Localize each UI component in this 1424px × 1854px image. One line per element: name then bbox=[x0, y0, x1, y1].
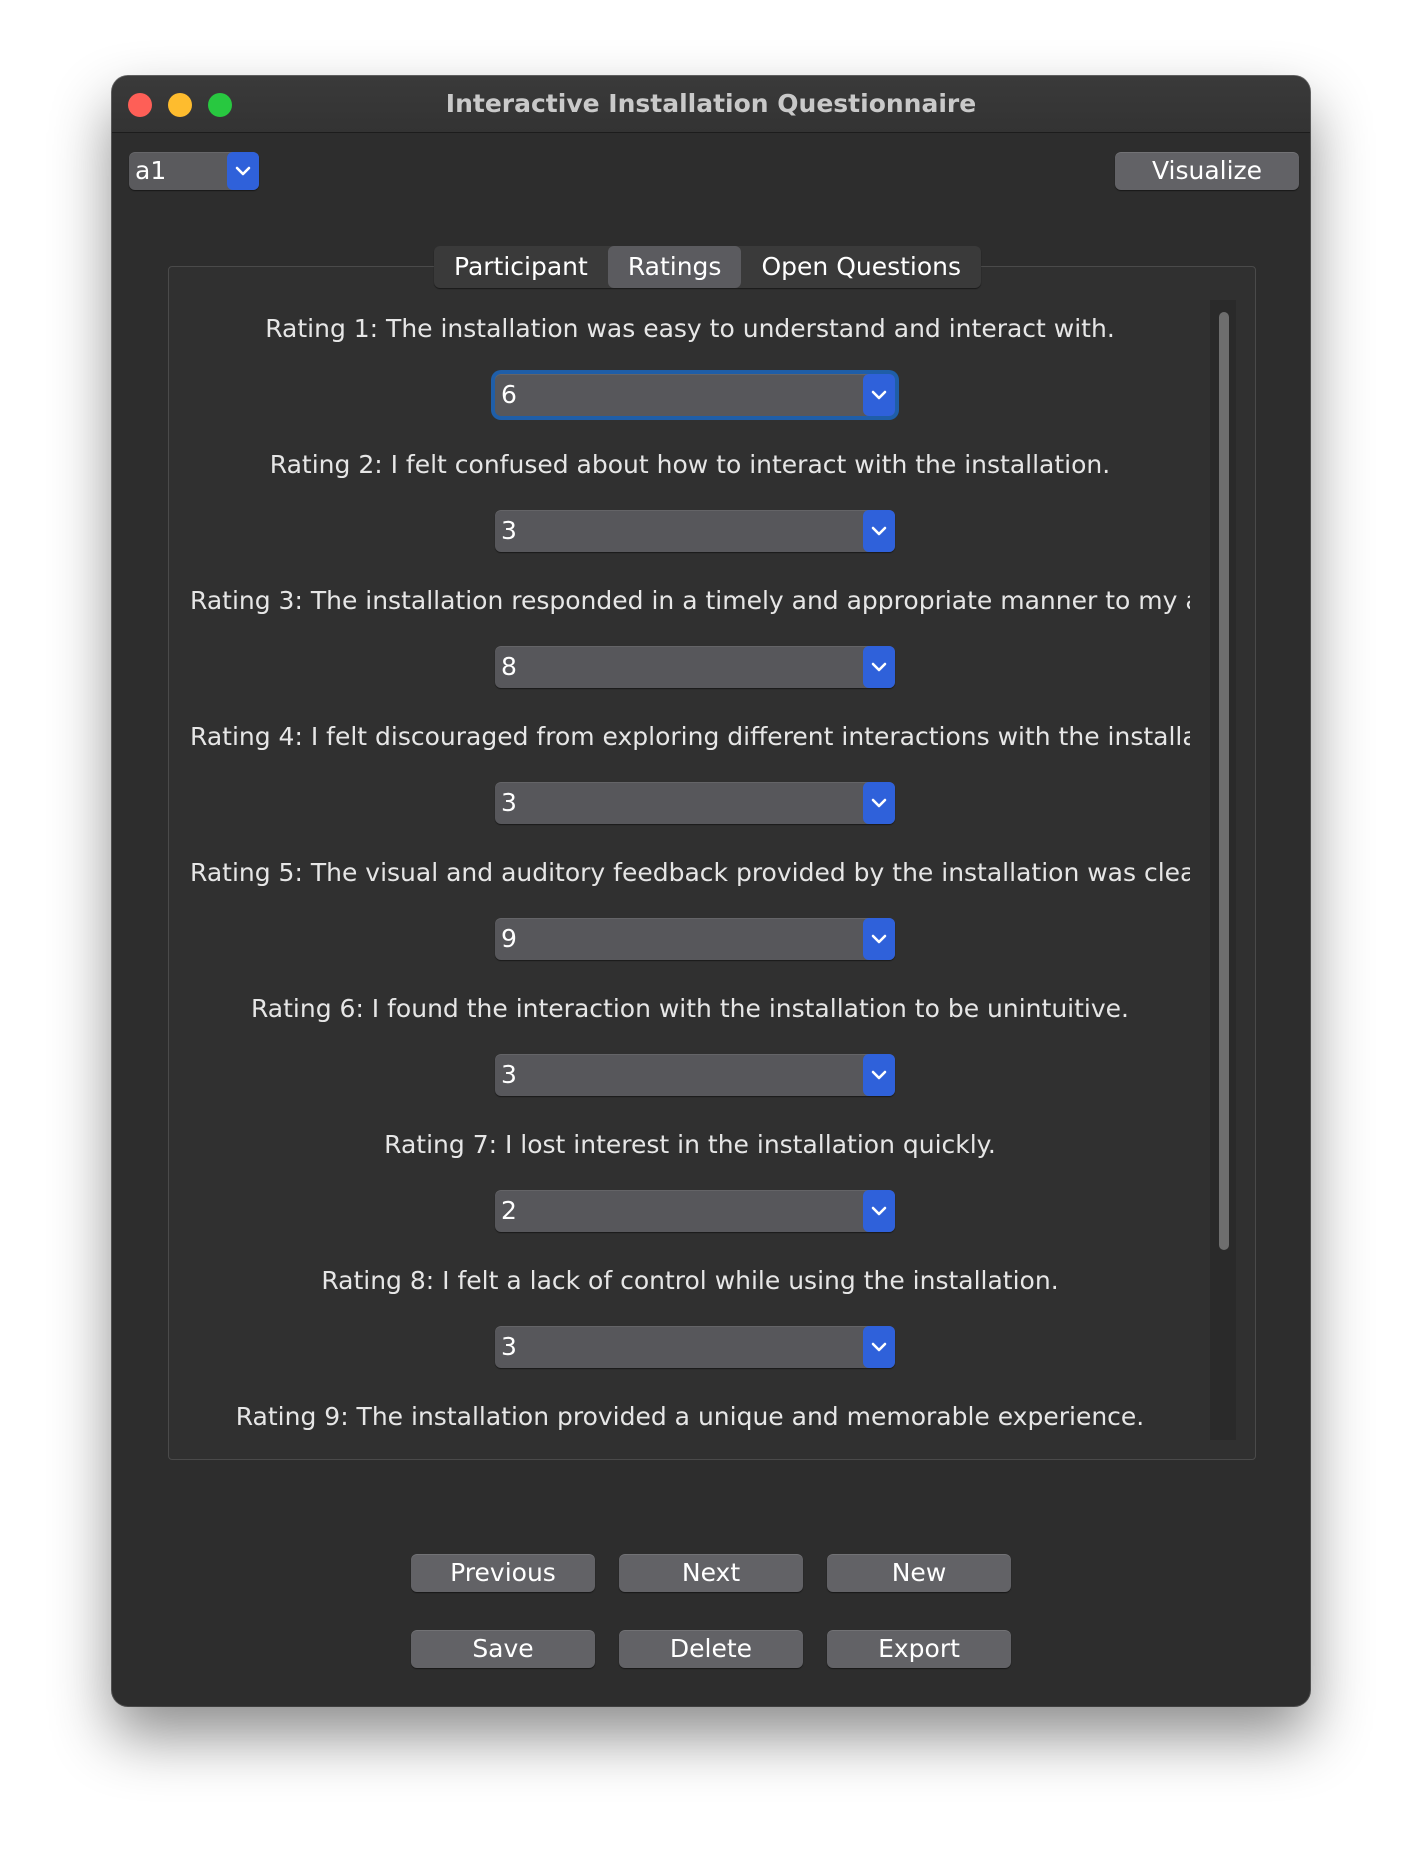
rating-9-label: Rating 9: The installation provided a un… bbox=[235, 1402, 1145, 1431]
rating-4-label: Rating 4: I felt discouraged from explor… bbox=[190, 722, 1190, 751]
rating-3-label: Rating 3: The installation responded in … bbox=[190, 586, 1190, 615]
chevron-down-icon bbox=[863, 646, 895, 688]
rating-5-label: Rating 5: The visual and auditory feedba… bbox=[190, 858, 1190, 887]
chevron-down-icon bbox=[863, 374, 895, 416]
participant-select-value: a1 bbox=[135, 156, 167, 185]
rating-6-value: 3 bbox=[501, 1060, 517, 1089]
rating-8-label: Rating 8: I felt a lack of control while… bbox=[321, 1266, 1059, 1295]
chevron-down-icon bbox=[863, 782, 895, 824]
export-button[interactable]: Export bbox=[827, 1630, 1011, 1668]
rating-2-label: Rating 2: I felt confused about how to i… bbox=[269, 450, 1111, 479]
ratings-scrollbar[interactable] bbox=[1210, 300, 1236, 1440]
rating-8-value: 3 bbox=[501, 1332, 517, 1361]
rating-7-value: 2 bbox=[501, 1196, 517, 1225]
rating-1-label: Rating 1: The installation was easy to u… bbox=[265, 314, 1115, 343]
window-title: Interactive Installation Questionnaire bbox=[445, 89, 977, 118]
chevron-down-icon bbox=[863, 1326, 895, 1368]
visualize-button[interactable]: Visualize bbox=[1115, 152, 1299, 190]
app-window: Interactive Installation Questionnaire a… bbox=[112, 76, 1310, 1706]
rating-1-select[interactable]: 6 bbox=[495, 374, 895, 416]
previous-button[interactable]: Previous bbox=[411, 1554, 595, 1592]
rating-6-select[interactable]: 3 bbox=[495, 1054, 895, 1096]
rating-8-select[interactable]: 3 bbox=[495, 1326, 895, 1368]
rating-7-select[interactable]: 2 bbox=[495, 1190, 895, 1232]
chevron-down-icon bbox=[227, 152, 259, 190]
rating-1-value: 6 bbox=[501, 380, 517, 409]
tab-bar: Participant Ratings Open Questions bbox=[434, 246, 982, 288]
rating-5-select[interactable]: 9 bbox=[495, 918, 895, 960]
rating-3-select[interactable]: 8 bbox=[495, 646, 895, 688]
rating-7-label: Rating 7: I lost interest in the install… bbox=[384, 1130, 996, 1159]
tab-ratings[interactable]: Ratings bbox=[607, 246, 742, 288]
rating-4-value: 3 bbox=[501, 788, 517, 817]
participant-select[interactable]: a1 bbox=[129, 152, 259, 190]
rating-5-value: 9 bbox=[501, 924, 517, 953]
next-button[interactable]: Next bbox=[619, 1554, 803, 1592]
save-button[interactable]: Save bbox=[411, 1630, 595, 1668]
tab-open-questions[interactable]: Open Questions bbox=[741, 246, 981, 288]
chevron-down-icon bbox=[863, 918, 895, 960]
new-button[interactable]: New bbox=[827, 1554, 1011, 1592]
rating-2-value: 3 bbox=[501, 516, 517, 545]
scrollbar-thumb[interactable] bbox=[1219, 312, 1229, 1250]
tab-participant[interactable]: Participant bbox=[434, 246, 608, 288]
rating-2-select[interactable]: 3 bbox=[495, 510, 895, 552]
rating-6-label: Rating 6: I found the interaction with t… bbox=[250, 994, 1129, 1023]
title-bar: Interactive Installation Questionnaire bbox=[112, 76, 1310, 133]
chevron-down-icon bbox=[863, 510, 895, 552]
delete-button[interactable]: Delete bbox=[619, 1630, 803, 1668]
rating-3-value: 8 bbox=[501, 652, 517, 681]
chevron-down-icon bbox=[863, 1054, 895, 1096]
chevron-down-icon bbox=[863, 1190, 895, 1232]
rating-4-select[interactable]: 3 bbox=[495, 782, 895, 824]
